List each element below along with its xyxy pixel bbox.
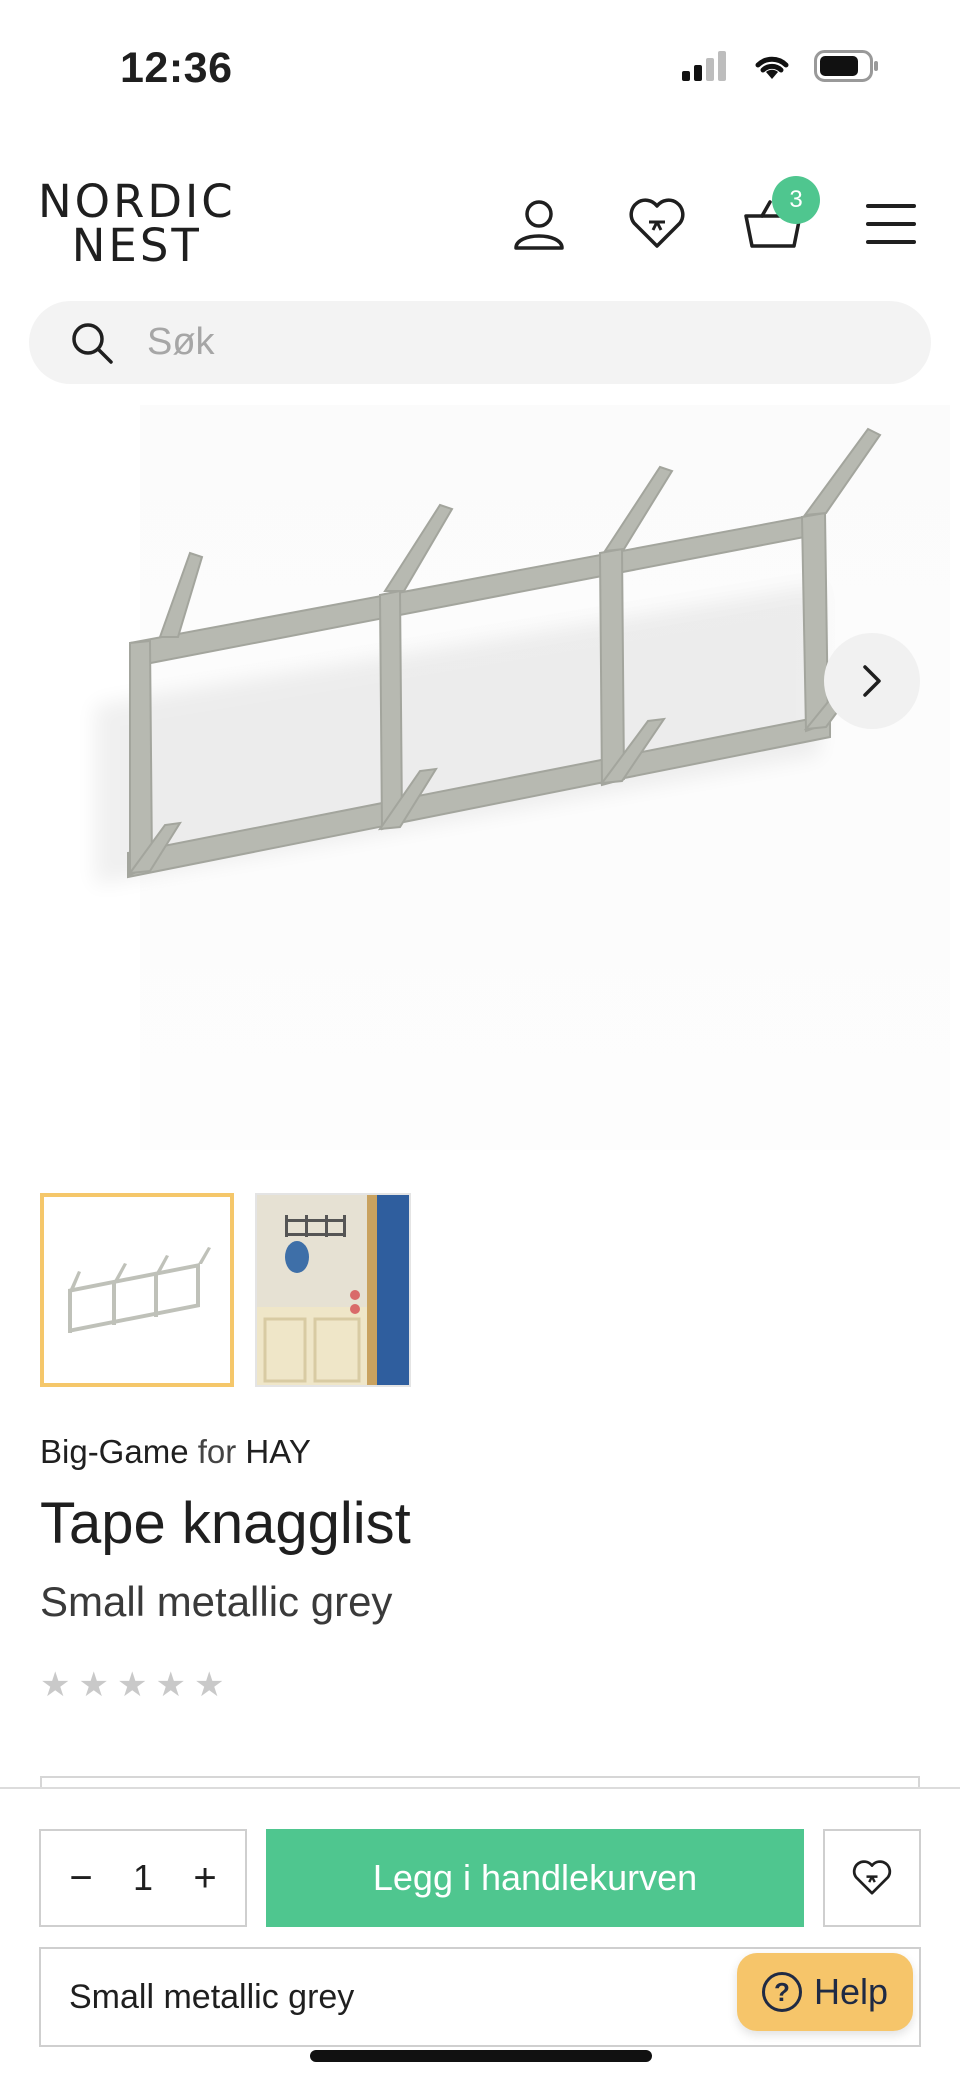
help-button[interactable]: ? Help — [737, 1953, 913, 2031]
product-variant: Small metallic grey — [40, 1578, 393, 1625]
heart-icon — [629, 198, 685, 248]
status-icons — [682, 50, 880, 82]
rating-stars[interactable]: ★ ★ ★ ★ ★ — [40, 1668, 224, 1702]
add-to-wishlist-button[interactable] — [823, 1829, 921, 1927]
cart-count-badge: 3 — [772, 176, 820, 224]
product-brand-line: Big-Game for HAY — [40, 1433, 311, 1471]
gallery-thumbnail-2[interactable] — [255, 1193, 411, 1387]
quantity-increase-button[interactable]: + — [185, 1856, 225, 1901]
add-to-cart-button[interactable]: Legg i handlekurven — [266, 1829, 804, 1927]
heart-icon — [852, 1860, 892, 1895]
status-time: 12:36 — [120, 44, 233, 92]
star-icon: ★ — [40, 1666, 71, 1704]
sticky-purchase-bar: − 1 + Legg i handlekurven Small metallic… — [0, 1787, 960, 2081]
star-icon: ★ — [116, 1666, 148, 1704]
gallery-thumbnail-1[interactable] — [40, 1193, 234, 1387]
variant-select-value: Small metallic grey — [69, 1977, 355, 2016]
question-icon: ? — [761, 1972, 802, 2012]
wifi-icon — [755, 56, 789, 79]
designer-link[interactable]: Big-Game — [40, 1433, 189, 1470]
gallery-next-button[interactable] — [824, 633, 920, 729]
brand-for-word: for — [197, 1433, 237, 1470]
quantity-value[interactable]: 1 — [133, 1857, 153, 1899]
user-icon — [514, 200, 564, 250]
wishlist-button[interactable] — [621, 188, 693, 260]
brand-link[interactable]: HAY — [245, 1433, 310, 1470]
star-icon: ★ — [155, 1666, 186, 1704]
cellular-signal-icon — [682, 51, 726, 81]
logo-line-2: NEST — [71, 219, 202, 272]
coat-rack-thumbnail-image — [68, 1247, 211, 1333]
search-bar[interactable] — [29, 301, 931, 384]
menu-icon — [866, 204, 916, 244]
product-main-image[interactable] — [0, 405, 960, 1150]
star-icon: ★ — [78, 1666, 109, 1704]
menu-button[interactable] — [855, 188, 927, 260]
product-title: Tape knagglist — [40, 1491, 411, 1556]
help-label: Help — [813, 1971, 889, 2012]
home-indicator — [310, 2050, 652, 2062]
star-icon: ★ — [193, 1666, 225, 1704]
battery-icon — [814, 50, 878, 82]
account-button[interactable] — [503, 188, 575, 260]
nordic-nest-logo[interactable]: NORDIC NEST — [38, 175, 236, 272]
chevron-right-icon — [863, 665, 881, 697]
coat-rack-illustration — [95, 427, 882, 885]
status-bar: 12:36 — [0, 0, 960, 130]
search-input[interactable] — [147, 321, 847, 364]
quantity-decrease-button[interactable]: − — [61, 1856, 101, 1901]
search-icon — [72, 322, 113, 364]
quantity-stepper: − 1 + — [39, 1829, 247, 1927]
interior-thumbnail-image — [257, 1195, 409, 1385]
logo-line-1: NORDIC — [38, 175, 236, 228]
